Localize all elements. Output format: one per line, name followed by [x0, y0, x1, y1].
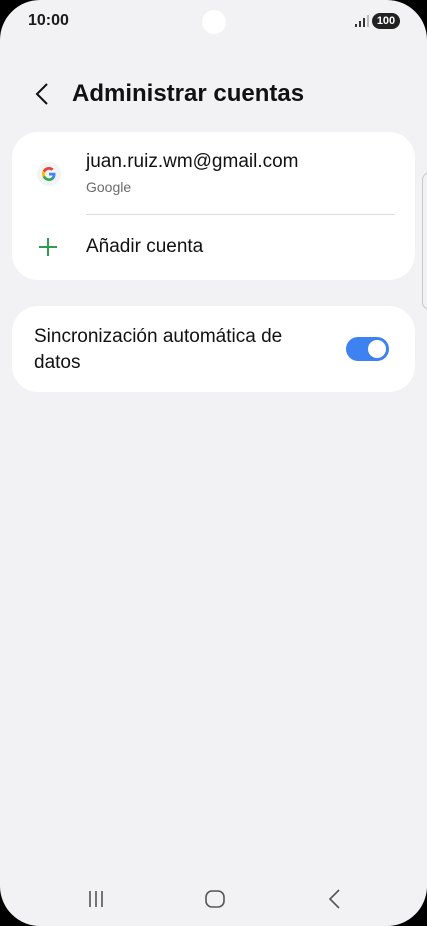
add-account-label: Añadir cuenta: [86, 236, 204, 257]
header: Administrar cuentas: [0, 70, 427, 120]
account-provider: Google: [86, 179, 132, 195]
google-icon: [37, 162, 61, 186]
scrollbar[interactable]: [422, 172, 427, 310]
add-account-button[interactable]: Añadir cuenta: [12, 215, 415, 280]
home-button[interactable]: [195, 884, 235, 914]
battery-indicator: 100: [372, 13, 400, 29]
screen: 10:00 100 Administrar cuentas juan.ruiz.…: [0, 0, 427, 926]
front-camera: [202, 10, 226, 34]
back-icon: [328, 889, 340, 909]
toggle-knob: [368, 340, 386, 358]
plus-icon: [39, 238, 57, 256]
status-bar: 10:00 100: [0, 0, 427, 44]
back-button[interactable]: [26, 78, 58, 110]
nav-back-button[interactable]: [314, 884, 354, 914]
home-icon: [205, 890, 225, 908]
auto-sync-toggle[interactable]: [346, 337, 389, 361]
navigation-bar: [0, 870, 427, 926]
chevron-left-icon: [35, 83, 48, 105]
auto-sync-label: Sincronización automática de datos: [34, 326, 283, 373]
recent-apps-icon: [89, 891, 103, 907]
page-title: Administrar cuentas: [72, 80, 305, 107]
recent-apps-button[interactable]: [76, 884, 116, 914]
auto-sync-card[interactable]: Sincronización automática de datos: [12, 306, 415, 392]
account-email: juan.ruiz.wm@gmail.com: [86, 151, 299, 172]
status-time: 10:00: [28, 12, 69, 29]
account-row-google[interactable]: juan.ruiz.wm@gmail.com Google: [12, 132, 415, 214]
signal-icon: [355, 15, 369, 27]
accounts-card: juan.ruiz.wm@gmail.com Google Añadir cue…: [12, 132, 415, 280]
